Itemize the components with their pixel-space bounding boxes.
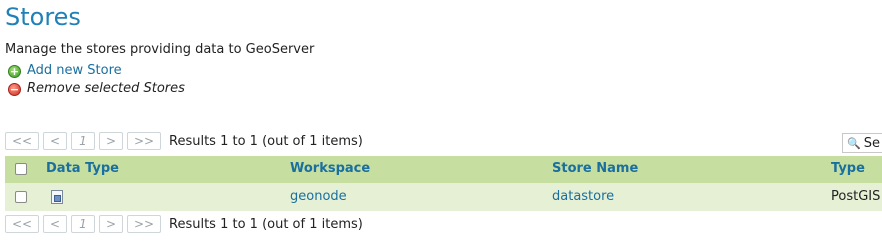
prev-page-button[interactable]: < xyxy=(43,215,67,233)
search-input[interactable]: 🔍 Se xyxy=(842,133,882,153)
remove-stores-label: Remove selected Stores xyxy=(27,81,185,96)
table-header: Data Type Workspace Store Name Type xyxy=(5,156,882,183)
page-description: Manage the stores providing data to GeoS… xyxy=(5,42,315,57)
magnifier-icon: 🔍 xyxy=(847,136,861,150)
results-count: Results 1 to 1 (out of 1 items) xyxy=(169,133,363,149)
workspace-link[interactable]: geonode xyxy=(290,189,347,204)
column-header-data-type[interactable]: Data Type xyxy=(46,161,119,176)
results-count: Results 1 to 1 (out of 1 items) xyxy=(169,216,363,232)
last-page-button[interactable]: >> xyxy=(127,132,161,150)
vector-store-icon xyxy=(51,190,63,204)
select-all-checkbox[interactable] xyxy=(15,163,27,175)
first-page-button[interactable]: << xyxy=(5,215,39,233)
pager-top: << < 1 > >> Results 1 to 1 (out of 1 ite… xyxy=(5,132,363,150)
current-page-button[interactable]: 1 xyxy=(71,215,95,233)
table-row: geonode datastore PostGIS xyxy=(5,183,882,211)
column-header-workspace[interactable]: Workspace xyxy=(290,161,370,176)
add-store-link[interactable]: + Add new Store xyxy=(8,63,122,79)
prev-page-button[interactable]: < xyxy=(43,132,67,150)
remove-stores-link[interactable]: − Remove selected Stores xyxy=(8,81,185,97)
remove-circle-icon: − xyxy=(8,82,21,96)
column-header-type[interactable]: Type xyxy=(831,161,865,176)
store-type: PostGIS xyxy=(831,189,881,204)
search-label: Se xyxy=(863,135,880,151)
current-page-button[interactable]: 1 xyxy=(71,132,95,150)
next-page-button[interactable]: > xyxy=(99,132,123,150)
first-page-button[interactable]: << xyxy=(5,132,39,150)
add-store-label: Add new Store xyxy=(27,63,122,78)
next-page-button[interactable]: > xyxy=(99,215,123,233)
add-circle-icon: + xyxy=(8,64,21,78)
last-page-button[interactable]: >> xyxy=(127,215,161,233)
store-name-link[interactable]: datastore xyxy=(552,189,614,204)
column-header-store-name[interactable]: Store Name xyxy=(552,161,638,176)
page-title: Stores xyxy=(5,3,81,31)
pager-bottom: << < 1 > >> Results 1 to 1 (out of 1 ite… xyxy=(5,215,363,233)
row-checkbox[interactable] xyxy=(15,191,27,203)
